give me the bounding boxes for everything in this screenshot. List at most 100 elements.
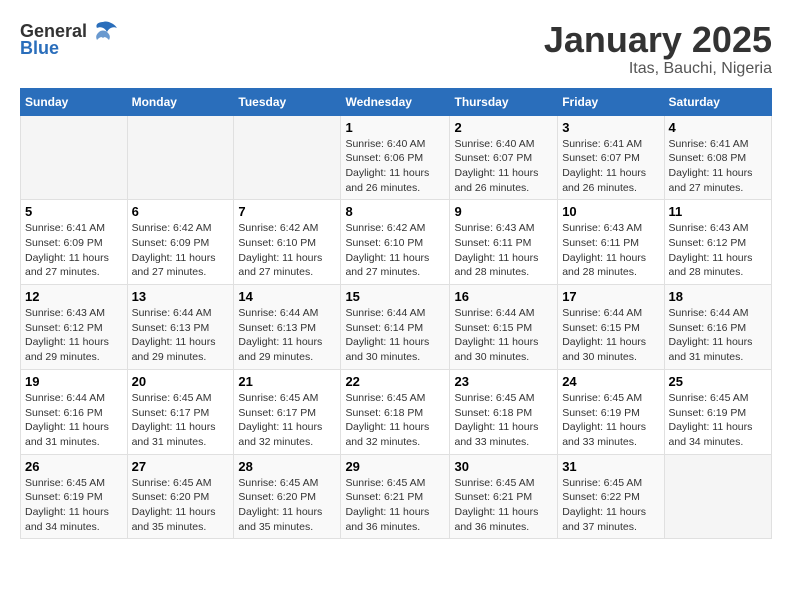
- table-row: 30Sunrise: 6:45 AMSunset: 6:21 PMDayligh…: [450, 454, 558, 539]
- day-info: Sunrise: 6:45 AMSunset: 6:22 PMDaylight:…: [562, 476, 659, 535]
- day-info: Sunrise: 6:44 AMSunset: 6:16 PMDaylight:…: [25, 391, 123, 450]
- table-row: 25Sunrise: 6:45 AMSunset: 6:19 PMDayligh…: [664, 369, 771, 454]
- table-row: 19Sunrise: 6:44 AMSunset: 6:16 PMDayligh…: [21, 369, 128, 454]
- day-number: 20: [132, 374, 230, 389]
- table-row: 11 Sunrise: 6:43 AMSunset: 6:12 PMDayligh…: [664, 200, 771, 285]
- day-number: 13: [132, 289, 230, 304]
- table-row: 28 Sunrise: 6:45 AMSunset: 6:20 PMDayligh…: [234, 454, 341, 539]
- calendar-table: Sunday Monday Tuesday Wednesday Thursday…: [20, 88, 772, 540]
- day-number: 2: [454, 120, 553, 135]
- day-info: Sunrise: 6:44 AMSunset: 6:13 PMDaylight:…: [132, 306, 230, 365]
- day-number: 28: [238, 459, 336, 474]
- day-number: 22: [345, 374, 445, 389]
- day-number: 24: [562, 374, 659, 389]
- day-info: Sunrise: 6:43 AMSunset: 6:11 PMDaylight:…: [562, 221, 659, 280]
- title-section: January 2025 Itas, Bauchi, Nigeria: [544, 20, 772, 78]
- table-row: 31 Sunrise: 6:45 AMSunset: 6:22 PMDayligh…: [558, 454, 664, 539]
- table-row: 26 Sunrise: 6:45 AMSunset: 6:19 PMDayligh…: [21, 454, 128, 539]
- table-row: 4 Sunrise: 6:41 AMSunset: 6:08 PMDaylight…: [664, 115, 771, 200]
- day-number: 29: [345, 459, 445, 474]
- header-friday: Friday: [558, 88, 664, 115]
- day-number: 26: [25, 459, 123, 474]
- day-number: 21: [238, 374, 336, 389]
- day-info: Sunrise: 6:43 AMSunset: 6:12 PMDaylight:…: [669, 221, 767, 280]
- calendar-title: January 2025: [544, 20, 772, 60]
- table-row: 10Sunrise: 6:43 AMSunset: 6:11 PMDayligh…: [558, 200, 664, 285]
- table-row: 29 Sunrise: 6:45 AMSunset: 6:21 PMDayligh…: [341, 454, 450, 539]
- table-row: 16 Sunrise: 6:44 AMSunset: 6:15 PMDayligh…: [450, 285, 558, 370]
- day-number: 18: [669, 289, 767, 304]
- table-row: 20 Sunrise: 6:45 AMSunset: 6:17 PMDayligh…: [127, 369, 234, 454]
- page-header: General Blue January 2025 Itas, Bauchi, …: [20, 20, 772, 78]
- table-row: 18 Sunrise: 6:44 AMSunset: 6:16 PMDayligh…: [664, 285, 771, 370]
- day-info: Sunrise: 6:40 AMSunset: 6:06 PMDaylight:…: [345, 137, 445, 196]
- day-info: Sunrise: 6:45 AMSunset: 6:21 PMDaylight:…: [345, 476, 445, 535]
- day-info: Sunrise: 6:43 AMSunset: 6:11 PMDaylight:…: [454, 221, 553, 280]
- calendar-subtitle: Itas, Bauchi, Nigeria: [544, 60, 772, 78]
- table-row: 27 Sunrise: 6:45 AMSunset: 6:20 PMDayligh…: [127, 454, 234, 539]
- table-row: 8Sunrise: 6:42 AMSunset: 6:10 PMDaylight…: [341, 200, 450, 285]
- header-monday: Monday: [127, 88, 234, 115]
- table-row: 22Sunrise: 6:45 AMSunset: 6:18 PMDayligh…: [341, 369, 450, 454]
- day-info: Sunrise: 6:42 AMSunset: 6:10 PMDaylight:…: [238, 221, 336, 280]
- day-info: Sunrise: 6:41 AMSunset: 6:08 PMDaylight:…: [669, 137, 767, 196]
- day-number: 16: [454, 289, 553, 304]
- table-row: 5Sunrise: 6:41 AMSunset: 6:09 PMDaylight…: [21, 200, 128, 285]
- day-info: Sunrise: 6:45 AMSunset: 6:19 PMDaylight:…: [669, 391, 767, 450]
- day-number: 5: [25, 204, 123, 219]
- calendar-week-row: 12 Sunrise: 6:43 AMSunset: 6:12 PMDayligh…: [21, 285, 772, 370]
- day-number: 1: [345, 120, 445, 135]
- table-row: [127, 115, 234, 200]
- calendar-week-row: 19Sunrise: 6:44 AMSunset: 6:16 PMDayligh…: [21, 369, 772, 454]
- calendar-week-row: 5Sunrise: 6:41 AMSunset: 6:09 PMDaylight…: [21, 200, 772, 285]
- header-saturday: Saturday: [664, 88, 771, 115]
- day-number: 31: [562, 459, 659, 474]
- day-info: Sunrise: 6:44 AMSunset: 6:15 PMDaylight:…: [562, 306, 659, 365]
- day-number: 15: [345, 289, 445, 304]
- calendar-week-row: 26 Sunrise: 6:45 AMSunset: 6:19 PMDayligh…: [21, 454, 772, 539]
- calendar-header-row: Sunday Monday Tuesday Wednesday Thursday…: [21, 88, 772, 115]
- table-row: [664, 454, 771, 539]
- table-row: 15 Sunrise: 6:44 AMSunset: 6:14 PMDayligh…: [341, 285, 450, 370]
- day-number: 7: [238, 204, 336, 219]
- day-info: Sunrise: 6:44 AMSunset: 6:13 PMDaylight:…: [238, 306, 336, 365]
- header-sunday: Sunday: [21, 88, 128, 115]
- table-row: 12 Sunrise: 6:43 AMSunset: 6:12 PMDayligh…: [21, 285, 128, 370]
- day-number: 27: [132, 459, 230, 474]
- header-tuesday: Tuesday: [234, 88, 341, 115]
- day-number: 6: [132, 204, 230, 219]
- day-info: Sunrise: 6:45 AMSunset: 6:20 PMDaylight:…: [132, 476, 230, 535]
- day-info: Sunrise: 6:45 AMSunset: 6:17 PMDaylight:…: [132, 391, 230, 450]
- day-info: Sunrise: 6:45 AMSunset: 6:20 PMDaylight:…: [238, 476, 336, 535]
- day-info: Sunrise: 6:44 AMSunset: 6:14 PMDaylight:…: [345, 306, 445, 365]
- day-info: Sunrise: 6:45 AMSunset: 6:17 PMDaylight:…: [238, 391, 336, 450]
- day-number: 14: [238, 289, 336, 304]
- header-wednesday: Wednesday: [341, 88, 450, 115]
- day-number: 4: [669, 120, 767, 135]
- day-info: Sunrise: 6:45 AMSunset: 6:19 PMDaylight:…: [562, 391, 659, 450]
- day-number: 30: [454, 459, 553, 474]
- table-row: 24 Sunrise: 6:45 AMSunset: 6:19 PMDayligh…: [558, 369, 664, 454]
- logo: General Blue: [20, 20, 117, 59]
- day-number: 11: [669, 204, 767, 219]
- day-number: 3: [562, 120, 659, 135]
- table-row: 21 Sunrise: 6:45 AMSunset: 6:17 PMDayligh…: [234, 369, 341, 454]
- day-info: Sunrise: 6:45 AMSunset: 6:19 PMDaylight:…: [25, 476, 123, 535]
- day-info: Sunrise: 6:44 AMSunset: 6:16 PMDaylight:…: [669, 306, 767, 365]
- table-row: 14 Sunrise: 6:44 AMSunset: 6:13 PMDayligh…: [234, 285, 341, 370]
- table-row: 17 Sunrise: 6:44 AMSunset: 6:15 PMDayligh…: [558, 285, 664, 370]
- table-row: 23Sunrise: 6:45 AMSunset: 6:18 PMDayligh…: [450, 369, 558, 454]
- table-row: 6Sunrise: 6:42 AMSunset: 6:09 PMDaylight…: [127, 200, 234, 285]
- day-info: Sunrise: 6:45 AMSunset: 6:18 PMDaylight:…: [454, 391, 553, 450]
- table-row: 7 Sunrise: 6:42 AMSunset: 6:10 PMDaylight…: [234, 200, 341, 285]
- day-number: 12: [25, 289, 123, 304]
- table-row: 3Sunrise: 6:41 AMSunset: 6:07 PMDaylight…: [558, 115, 664, 200]
- logo-bird-icon: [89, 20, 117, 42]
- day-number: 17: [562, 289, 659, 304]
- day-info: Sunrise: 6:42 AMSunset: 6:10 PMDaylight:…: [345, 221, 445, 280]
- day-info: Sunrise: 6:43 AMSunset: 6:12 PMDaylight:…: [25, 306, 123, 365]
- day-number: 9: [454, 204, 553, 219]
- day-info: Sunrise: 6:44 AMSunset: 6:15 PMDaylight:…: [454, 306, 553, 365]
- table-row: 2Sunrise: 6:40 AMSunset: 6:07 PMDaylight…: [450, 115, 558, 200]
- calendar-week-row: 1 Sunrise: 6:40 AMSunset: 6:06 PMDaylight…: [21, 115, 772, 200]
